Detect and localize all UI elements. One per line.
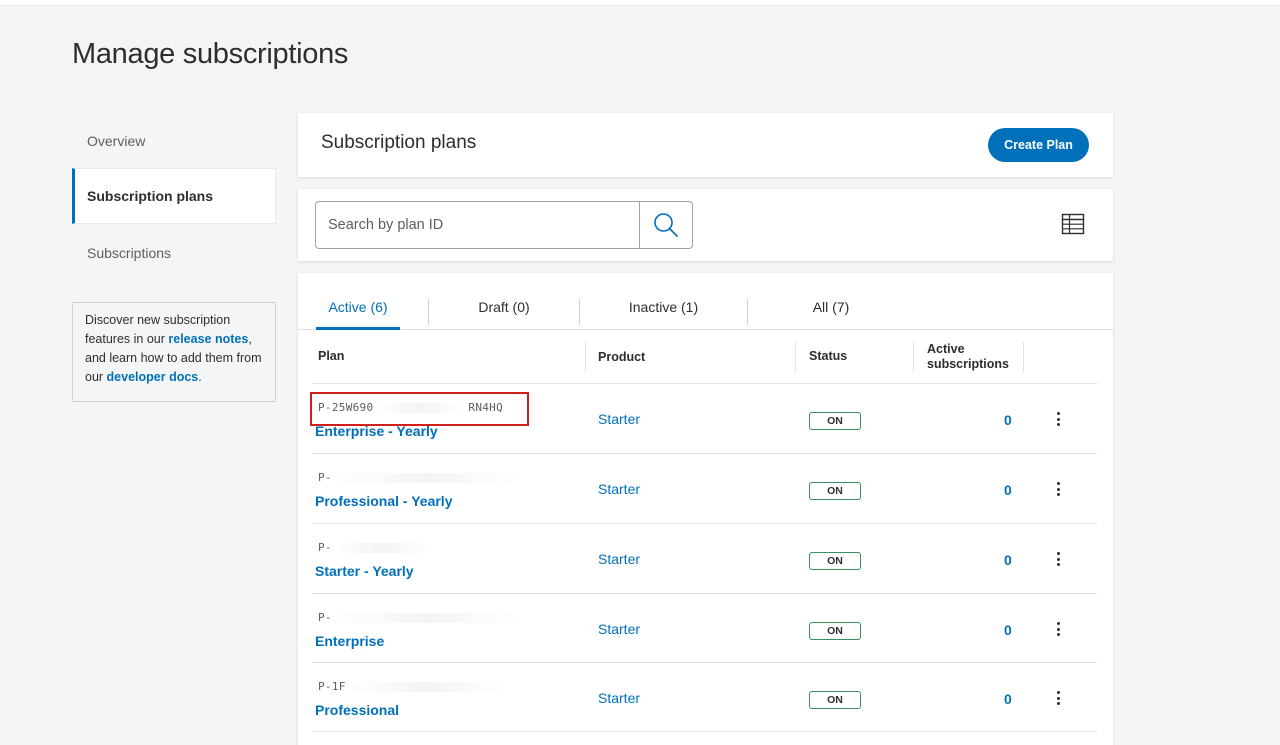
column-divider xyxy=(1023,342,1024,372)
status-badge: ON xyxy=(809,691,861,709)
product-link[interactable]: Starter xyxy=(598,690,640,706)
more-options-icon[interactable] xyxy=(1050,479,1066,499)
plan-id-prefix: P- xyxy=(318,541,332,554)
more-options-icon[interactable] xyxy=(1050,688,1066,708)
column-header-line: Active xyxy=(927,342,965,356)
redacted-text xyxy=(331,473,522,483)
more-options-icon[interactable] xyxy=(1050,409,1066,429)
plan-id: P-1F xyxy=(318,680,506,693)
column-divider xyxy=(585,342,586,372)
sidebar-item-subscription-plans[interactable]: Subscription plans xyxy=(72,168,276,224)
info-box: Discover new subscription features in ou… xyxy=(72,302,276,402)
plan-name-link[interactable]: Professional - Yearly xyxy=(315,493,452,509)
redacted-text xyxy=(345,682,506,692)
more-options-icon[interactable] xyxy=(1050,619,1066,639)
sidebar-item-label: Subscription plans xyxy=(87,188,214,204)
table-row: P- Professional - Yearly Starter ON 0 xyxy=(312,453,1097,523)
page-title: Manage subscriptions xyxy=(72,38,349,70)
search-card xyxy=(298,189,1113,261)
highlight-box xyxy=(310,392,529,426)
product-link[interactable]: Starter xyxy=(598,481,640,497)
active-subscriptions-count[interactable]: 0 xyxy=(1004,552,1012,568)
tab-all[interactable]: All (7) xyxy=(748,299,914,330)
section-title: Subscription plans xyxy=(321,132,477,153)
plan-id: P- xyxy=(318,471,522,484)
column-divider xyxy=(913,342,914,372)
tab-label: All (7) xyxy=(812,299,850,315)
plan-name-link[interactable]: Starter - Yearly xyxy=(315,563,414,579)
status-tabs: Active (6) Draft (0) Inactive (1) All (7… xyxy=(298,273,1113,330)
column-header-product: Product xyxy=(598,350,646,364)
tab-inactive[interactable]: Inactive (1) xyxy=(580,299,747,330)
tab-label: Active (6) xyxy=(328,299,388,315)
status-badge: ON xyxy=(809,482,861,500)
sidebar-item-overview[interactable]: Overview xyxy=(72,113,276,169)
release-notes-link[interactable]: release notes xyxy=(168,332,248,346)
product-link[interactable]: Starter xyxy=(598,551,640,567)
column-header-plan: Plan xyxy=(318,349,345,363)
column-divider xyxy=(795,342,796,372)
search-icon xyxy=(654,213,678,237)
active-subscriptions-count[interactable]: 0 xyxy=(1004,482,1012,498)
table-view-icon[interactable] xyxy=(1061,212,1085,236)
redacted-text xyxy=(331,543,432,553)
plan-id-prefix: P-1F xyxy=(318,680,346,693)
active-subscriptions-count[interactable]: 0 xyxy=(1004,691,1012,707)
search-box xyxy=(315,201,693,249)
table-row: P- Enterprise Starter ON 0 xyxy=(312,593,1097,663)
table-row: P- Starter - Yearly Starter ON 0 xyxy=(312,523,1097,593)
plan-id: P- xyxy=(318,541,432,554)
table-row: P-1F Professional Starter ON 0 xyxy=(312,662,1097,732)
tab-draft[interactable]: Draft (0) xyxy=(429,299,579,330)
column-header-active-subscriptions: Active subscriptions xyxy=(927,342,1009,372)
product-link[interactable]: Starter xyxy=(598,411,640,427)
more-options-icon[interactable] xyxy=(1050,549,1066,569)
developer-docs-link[interactable]: developer docs xyxy=(107,370,199,384)
sidebar-item-label: Overview xyxy=(87,133,146,149)
sidebar-item-label: Subscriptions xyxy=(87,245,172,261)
info-text-3: . xyxy=(198,370,202,384)
plans-header-card: Subscription plans Create Plan xyxy=(298,113,1113,177)
status-badge: ON xyxy=(809,552,861,570)
tab-label: Inactive (1) xyxy=(628,299,699,315)
plans-table-card: Active (6) Draft (0) Inactive (1) All (7… xyxy=(298,273,1113,745)
active-subscriptions-count[interactable]: 0 xyxy=(1004,412,1012,428)
product-link[interactable]: Starter xyxy=(598,621,640,637)
create-plan-button[interactable]: Create Plan xyxy=(988,128,1089,162)
column-header-line: subscriptions xyxy=(927,357,1009,371)
plan-id: P- xyxy=(318,611,522,624)
top-bar xyxy=(0,0,1280,6)
status-badge: ON xyxy=(809,412,861,430)
tab-active[interactable]: Active (6) xyxy=(316,299,400,330)
plan-name-link[interactable]: Enterprise xyxy=(315,633,384,649)
status-badge: ON xyxy=(809,622,861,640)
plan-id-prefix: P- xyxy=(318,611,332,624)
column-header-status: Status xyxy=(809,349,848,363)
sidebar-item-subscriptions[interactable]: Subscriptions xyxy=(72,225,276,281)
search-input[interactable] xyxy=(316,202,639,248)
active-subscriptions-count[interactable]: 0 xyxy=(1004,622,1012,638)
plan-id-prefix: P- xyxy=(318,471,332,484)
tab-label: Draft (0) xyxy=(478,299,530,315)
search-button[interactable] xyxy=(639,202,692,248)
redacted-text xyxy=(331,613,522,623)
plan-name-link[interactable]: Professional xyxy=(315,702,399,718)
